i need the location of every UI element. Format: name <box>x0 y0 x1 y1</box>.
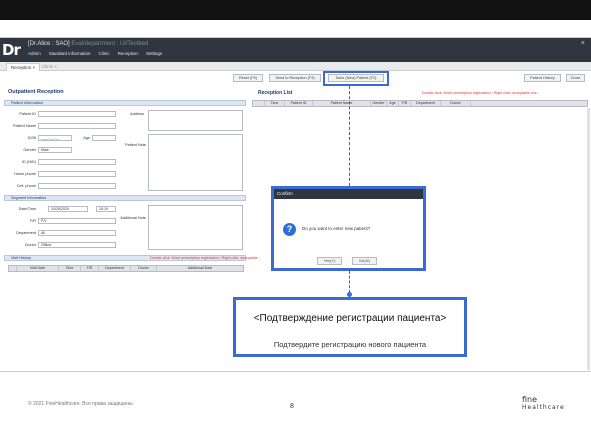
reception-list-scrollbar[interactable] <box>587 108 590 370</box>
visit-history-grid-header: Visit Date Time F/R Department Doctor Ad… <box>8 265 244 272</box>
tab-clinic[interactable]: Clinic × <box>38 63 61 71</box>
connector-line-top <box>349 86 350 186</box>
patient-note-input[interactable] <box>148 134 243 191</box>
confirm-dialog: Confirm ? Do you want to enter new patie… <box>271 186 426 271</box>
department-select[interactable]: All <box>38 230 116 236</box>
col-department[interactable]: Department <box>99 266 131 271</box>
col-rl-patient-id[interactable]: Patient ID <box>285 101 313 106</box>
col-additional-note[interactable]: Additional Note <box>157 266 243 271</box>
address-label: Address <box>130 112 144 116</box>
age-input[interactable] <box>92 135 116 141</box>
patient-id-label: Patient ID <box>19 112 36 116</box>
menu-standard-information[interactable]: Standard information <box>49 51 91 56</box>
doctor-label: Doctor <box>24 243 36 247</box>
menu-settings[interactable]: Settings <box>146 51 162 56</box>
col-rl-age[interactable]: Age <box>387 101 399 106</box>
col-rl-fr[interactable]: F/R <box>399 101 411 106</box>
dob-input[interactable]: ____-__-__ <box>38 135 72 141</box>
slide-top-bar <box>0 0 591 20</box>
cell-phone-input[interactable] <box>38 183 116 189</box>
gender-label: Gender <box>23 148 36 152</box>
patient-info-header: Patient Information <box>4 100 246 106</box>
annotation-callout: <Подтверждение регистрации пациента> Под… <box>233 297 467 357</box>
callout-subtitle: Подтвердите регистрацию нового пациента <box>273 340 427 349</box>
close-button[interactable]: Close <box>566 74 585 82</box>
dob-label: DOB <box>27 136 36 140</box>
col-rl-doctor[interactable]: Doctor <box>441 101 471 106</box>
date-input[interactable]: 10/25/2020 <box>48 206 88 212</box>
outpatient-reception-title: Outpatient Reception <box>8 89 64 95</box>
patient-name-label: Patient Name <box>12 124 36 128</box>
row-indicator <box>9 266 17 271</box>
id-nid-input[interactable] <box>38 159 116 165</box>
window-title: [Dr.Alice : SAO] Eval/department : Ul/Te… <box>28 41 148 47</box>
gender-select[interactable]: Male <box>38 147 72 153</box>
brand-logo-bottom: Healthcare <box>522 404 565 411</box>
segment-info-header: Segment Information <box>4 195 246 201</box>
dialog-message: Do you want to enter new patient? <box>302 226 371 231</box>
department-label: Department <box>16 231 36 235</box>
menu-clinic[interactable]: Clinic <box>99 51 110 56</box>
additional-note-label: Additional Note <box>120 216 146 220</box>
fr-select[interactable]: F/V <box>38 218 116 224</box>
row-indicator <box>253 101 265 106</box>
close-icon[interactable]: × <box>581 40 585 47</box>
brand-logo: fine Healthcare <box>522 396 565 412</box>
col-rl-gender[interactable]: Gender <box>371 101 387 106</box>
doctor-select[interactable]: Officer <box>38 242 116 248</box>
col-doctor[interactable]: Doctor <box>131 266 157 271</box>
window-title-sub: Eval/department : Ul/Testbed <box>71 41 149 47</box>
col-time[interactable]: Time <box>59 266 81 271</box>
page-number: 8 <box>290 403 294 410</box>
home-phone-label: Home phone <box>14 172 36 176</box>
address-input[interactable] <box>148 110 243 131</box>
save-button-highlight <box>323 71 389 86</box>
additional-note-input[interactable] <box>148 205 243 250</box>
col-visit-date[interactable]: Visit Date <box>17 266 59 271</box>
window-title-main: [Dr.Alice : SAO] <box>28 41 70 47</box>
tab-reception[interactable]: Reception × <box>6 63 41 71</box>
dialog-title: Confirm <box>274 189 423 199</box>
col-rl-patient-name[interactable]: Patient Name <box>313 101 371 106</box>
brand-logo-top: fine <box>522 395 538 404</box>
visit-history-note: Double-click: Move prescription registra… <box>150 256 261 260</box>
menu-admin[interactable]: Admin <box>28 51 41 56</box>
col-rl-filler <box>471 101 587 106</box>
cell-phone-label: Cell. phone <box>16 184 36 188</box>
connector-line-bottom <box>349 271 350 293</box>
copyright-text: © 2021 FineHealthcare. Все права защищен… <box>28 401 134 407</box>
main-menu: Admin Standard information Clinic Recept… <box>28 51 162 56</box>
callout-title: <Подтверждение регистрации пациента> <box>253 313 447 324</box>
patient-note-label: Patient Note <box>125 143 146 147</box>
id-nid-label: ID (NID) <box>22 160 36 164</box>
reset-button[interactable]: Reset (F5) <box>233 74 263 82</box>
title-bar: Dr [Dr.Alice : SAO] Eval/department : Ul… <box>0 38 591 62</box>
no-button[interactable]: No(N) <box>352 257 377 265</box>
patient-history-button[interactable]: Patient History <box>524 74 561 82</box>
col-fr[interactable]: F/R <box>81 266 99 271</box>
col-rl-time[interactable]: Time <box>265 101 285 106</box>
patient-name-input[interactable] <box>38 123 116 129</box>
home-phone-input[interactable] <box>38 171 116 177</box>
age-label: Age <box>83 136 90 140</box>
tab-strip: Reception × Clinic × <box>0 62 591 71</box>
app-logo: Dr <box>2 41 21 59</box>
patient-id-input[interactable] <box>38 111 116 117</box>
question-icon: ? <box>283 223 296 236</box>
reception-list-note: Double-click: Move prescription registra… <box>422 91 540 95</box>
yes-button[interactable]: Yes(Y) <box>317 257 342 265</box>
reception-list-title: Reception List <box>258 90 293 96</box>
reception-list-grid-header: Time Patient ID Patient Name Gender Age … <box>252 100 588 107</box>
datetime-label: Date/Time <box>18 207 36 211</box>
menu-reception[interactable]: Reception <box>118 51 138 56</box>
fr-label: F/R <box>29 219 36 223</box>
col-rl-department[interactable]: Department <box>411 101 441 106</box>
footer-divider <box>0 371 591 372</box>
time-input[interactable]: 10:19 <box>96 206 116 212</box>
send-to-reception-button[interactable]: Send to Reception (F3) <box>269 74 321 82</box>
